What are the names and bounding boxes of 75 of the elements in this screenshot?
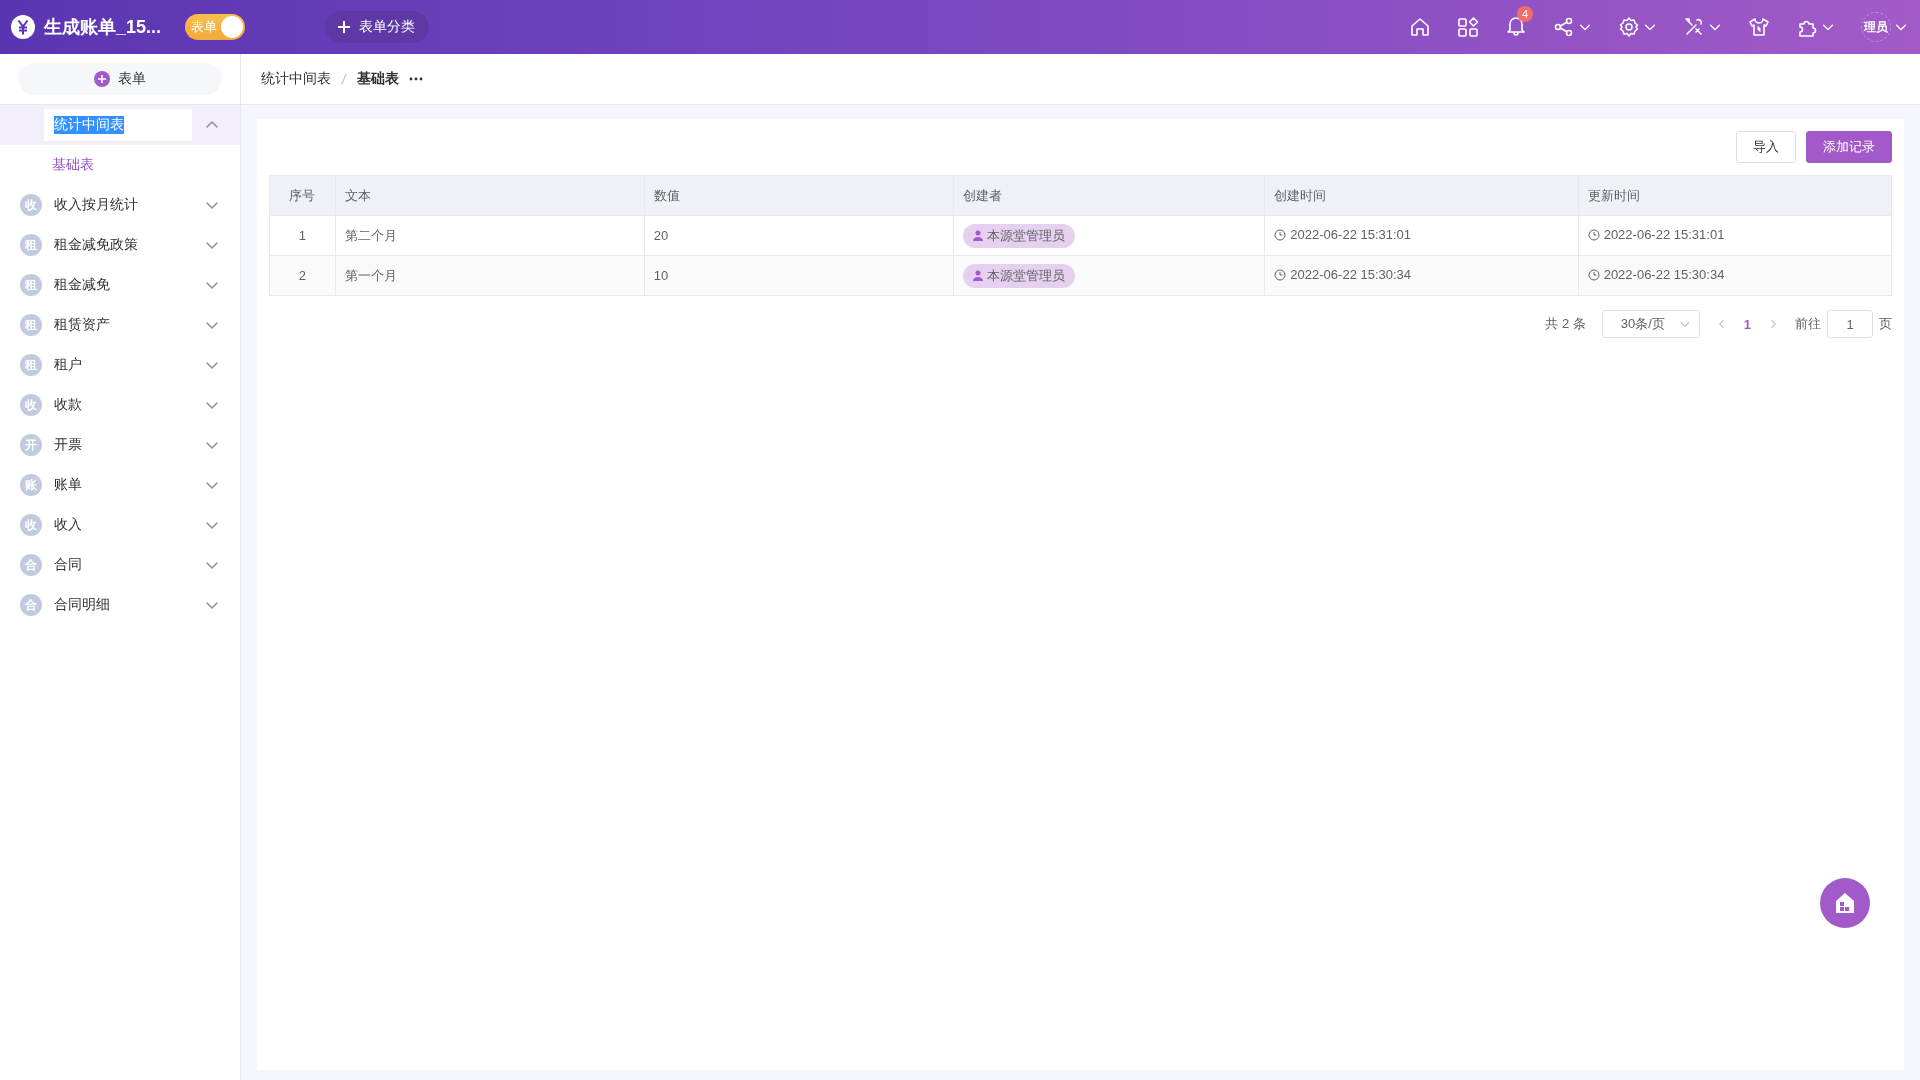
import-button[interactable]: 导入	[1736, 131, 1796, 163]
table-cell: 1	[269, 215, 336, 256]
column-header[interactable]: 创建时间	[1264, 175, 1579, 216]
yuan-logo-icon	[10, 14, 36, 40]
settings-menu[interactable]	[1618, 16, 1657, 38]
sidebar-item[interactable]: 开 开票	[0, 425, 240, 465]
plus-icon	[337, 20, 352, 34]
user-tag: 本源堂管理员	[962, 263, 1075, 288]
category-badge: 合	[20, 554, 42, 576]
table-cell: 第一个月	[335, 255, 645, 296]
new-form-button[interactable]: 表单	[18, 63, 222, 95]
sidebar-subitem[interactable]: 基础表	[0, 145, 240, 185]
tools-menu[interactable]	[1683, 16, 1722, 38]
column-header[interactable]: 更新时间	[1578, 175, 1892, 216]
person-icon	[972, 230, 983, 241]
sidebar-item[interactable]: 账 账单	[0, 465, 240, 505]
table-cell: 2	[269, 255, 336, 296]
sidebar-item[interactable]: 合 合同明细	[0, 585, 240, 625]
shirt-icon[interactable]	[1748, 16, 1770, 38]
app-title: 生成账单_15...	[44, 16, 162, 39]
category-badge: 租	[20, 274, 42, 296]
share-icon	[1553, 16, 1575, 38]
plus-circle-icon	[94, 71, 110, 87]
table-cell: 10	[644, 255, 954, 296]
category-badge: 租	[20, 354, 42, 376]
category-badge: 租	[20, 314, 42, 336]
timestamp: 2022-06-22 15:30:34	[1290, 267, 1412, 283]
clock-icon	[1587, 228, 1600, 241]
category-badge: 收	[20, 514, 42, 536]
sidebar-item[interactable]: 租 租金减免	[0, 265, 240, 305]
category-badge: 账	[20, 474, 42, 496]
total-count: 共 2 条	[1545, 315, 1586, 333]
page-number[interactable]: 1	[1743, 316, 1751, 332]
sidebar-item[interactable]: 收 收入	[0, 505, 240, 545]
sidebar-item[interactable]: 收 收款	[0, 385, 240, 425]
column-header[interactable]: 文本	[335, 175, 645, 216]
sidebar-item[interactable]: 收 收入按月统计	[0, 185, 240, 225]
notification-badge: 4	[1517, 6, 1533, 22]
person-icon	[972, 270, 983, 281]
clock-icon	[1587, 268, 1600, 281]
sidebar-item[interactable]: 租 租金减免政策	[0, 225, 240, 265]
page-suffix: 页	[1879, 315, 1892, 333]
tools-icon	[1683, 16, 1705, 38]
sidebar-item[interactable]: 合 合同	[0, 545, 240, 585]
breadcrumb-separator-icon	[341, 73, 347, 85]
category-badge: 租	[20, 234, 42, 256]
table-cell: 第二个月	[335, 215, 645, 256]
category-button[interactable]: 表单分类	[325, 11, 430, 43]
timestamp: 2022-06-22 15:30:34	[1603, 267, 1725, 283]
table-cell: 20	[644, 215, 954, 256]
settings-icon	[1618, 16, 1640, 38]
user-menu[interactable]: 理员	[1861, 12, 1908, 42]
column-header[interactable]: 创建者	[953, 175, 1265, 216]
home-icon[interactable]	[1409, 16, 1431, 38]
page-size-select[interactable]: 30条/页	[1601, 310, 1700, 338]
add-record-button[interactable]: 添加记录	[1806, 131, 1892, 163]
apps-icon[interactable]	[1457, 16, 1479, 38]
clock-icon	[1274, 268, 1287, 281]
category-badge: 合	[20, 594, 42, 616]
breadcrumb-item[interactable]: 统计中间表	[261, 70, 331, 88]
timestamp: 2022-06-22 15:31:01	[1290, 227, 1412, 243]
clock-icon	[1274, 228, 1287, 241]
share-menu[interactable]	[1553, 16, 1592, 38]
sidebar-item[interactable]: 租 租户	[0, 345, 240, 385]
category-badge: 开	[20, 434, 42, 456]
breadcrumb-item: 基础表	[357, 70, 399, 88]
goto-page-field[interactable]: 1	[1827, 310, 1873, 338]
goto-label: 前往	[1795, 315, 1821, 333]
timestamp: 2022-06-22 15:31:01	[1603, 227, 1725, 243]
column-header[interactable]: 序号	[269, 175, 336, 216]
category-badge: 收	[20, 394, 42, 416]
category-badge: 收	[20, 194, 42, 216]
user-tag: 本源堂管理员	[962, 223, 1075, 248]
column-header[interactable]: 数值	[644, 175, 954, 216]
sidebar-item[interactable]: 租 租赁资产	[0, 305, 240, 345]
